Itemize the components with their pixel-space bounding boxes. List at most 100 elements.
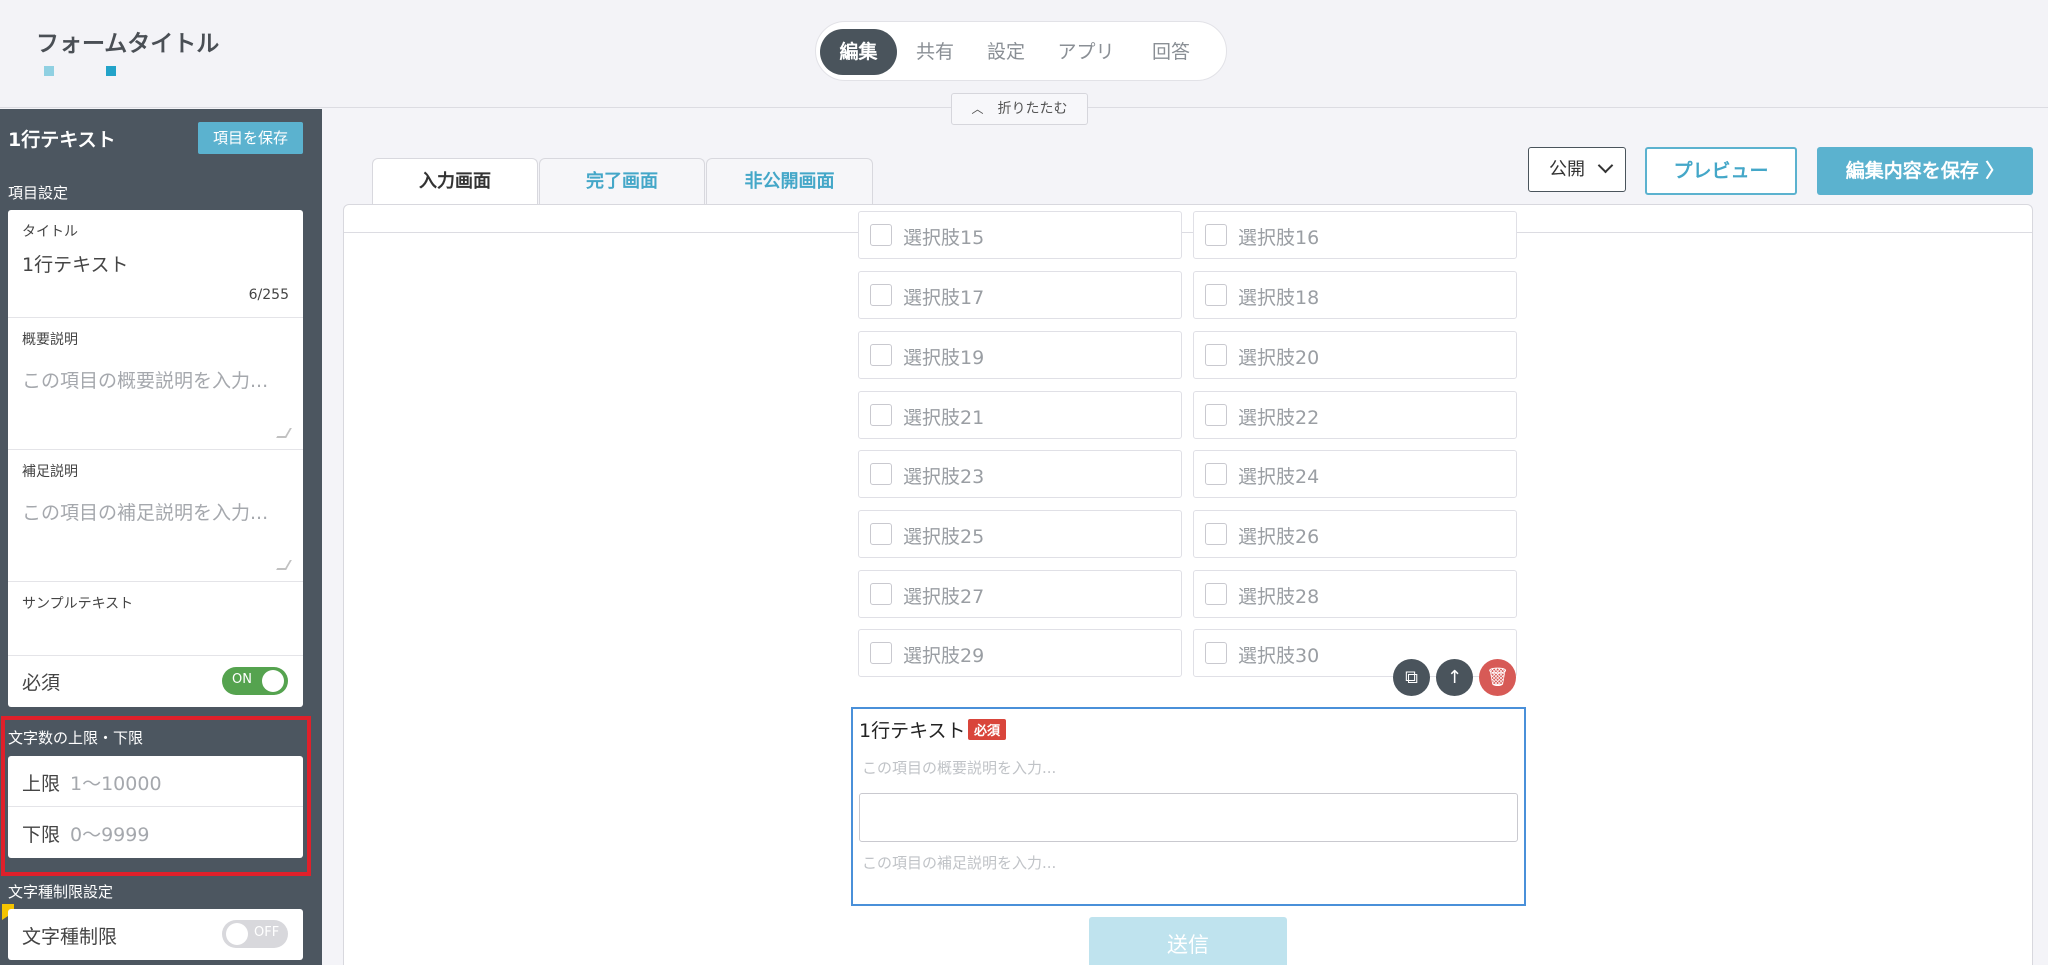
choice-label: 選択肢25 [903, 526, 985, 548]
nav-settings[interactable]: 設定 [976, 29, 1036, 75]
resize-handle-icon[interactable] [276, 428, 292, 438]
collapse-button[interactable]: ︿ 折りたたむ [951, 93, 1088, 125]
mode-nav: 編集 共有 設定 アプリ 回答 [815, 21, 1227, 81]
choice-item[interactable]: 選択肢21 [858, 391, 1182, 439]
title-field-value[interactable]: 1行テキスト [22, 250, 129, 277]
char-type-label: 文字種制限 [22, 926, 118, 948]
checkbox[interactable] [870, 404, 892, 426]
publish-status-select[interactable]: 公開 [1528, 147, 1626, 192]
single-line-input[interactable] [859, 793, 1518, 842]
required-toggle[interactable]: ON [222, 667, 288, 695]
field-title: 1行テキスト [859, 720, 966, 742]
note-field-label: 補足説明 [22, 464, 78, 480]
summary-field-placeholder[interactable]: この項目の概要説明を入力... [22, 366, 268, 393]
checkbox[interactable] [1205, 344, 1227, 366]
choice-label: 選択肢19 [903, 347, 985, 369]
checkbox[interactable] [870, 284, 892, 306]
nav-apps[interactable]: アプリ [1048, 29, 1124, 75]
item-settings-card: タイトル 1行テキスト 6/255 概要説明 この項目の概要説明を入力... 補… [8, 210, 303, 707]
preview-button[interactable]: プレビュー [1645, 147, 1797, 195]
checkbox[interactable] [1205, 224, 1227, 246]
item-settings-heading: 項目設定 [8, 184, 69, 202]
choice-label: 選択肢20 [1238, 347, 1320, 369]
title-field[interactable]: タイトル 1行テキスト 6/255 [8, 210, 303, 318]
trash-icon[interactable]: 🗑 [1479, 659, 1516, 696]
tab-input-screen[interactable]: 入力画面 [372, 158, 538, 206]
choice-item[interactable]: 選択肢26 [1193, 510, 1517, 558]
arrow-up-icon[interactable]: ↑ [1436, 659, 1473, 696]
checkbox[interactable] [870, 583, 892, 605]
choice-label: 選択肢28 [1238, 586, 1320, 608]
choice-item[interactable]: 選択肢20 [1193, 331, 1517, 379]
checkbox[interactable] [1205, 284, 1227, 306]
nav-edit[interactable]: 編集 [820, 29, 897, 75]
choice-label: 選択肢30 [1238, 645, 1320, 667]
tab-complete-screen[interactable]: 完了画面 [539, 158, 705, 204]
choice-item[interactable]: 選択肢17 [858, 271, 1182, 319]
submit-button[interactable]: 送信 [1089, 917, 1287, 965]
choice-item[interactable]: 選択肢29 [858, 629, 1182, 677]
required-row: 必須 ON [8, 656, 303, 707]
nav-share[interactable]: 共有 [905, 29, 965, 75]
choice-item[interactable]: 選択肢18 [1193, 271, 1517, 319]
choice-item[interactable]: 選択肢19 [858, 331, 1182, 379]
chevron-up-icon: ︿ [971, 102, 984, 116]
item-settings-sidebar: 1行テキスト 項目を保存 項目設定 タイトル 1行テキスト 6/255 概要説明… [0, 109, 322, 965]
collapse-label: 折りたたむ [997, 101, 1068, 117]
required-toggle-label: ON [232, 672, 252, 687]
char-type-toggle[interactable]: OFF [222, 920, 288, 948]
choice-label: 選択肢26 [1238, 526, 1320, 548]
summary-field[interactable]: 概要説明 この項目の概要説明を入力... [8, 318, 303, 450]
checkbox[interactable] [1205, 642, 1227, 664]
choice-label: 選択肢21 [903, 407, 985, 429]
publish-status-value: 公開 [1549, 159, 1585, 180]
choice-label: 選択肢18 [1238, 287, 1320, 309]
checkbox[interactable] [1205, 583, 1227, 605]
choice-item[interactable]: 選択肢23 [858, 450, 1182, 498]
choice-label: 選択肢23 [903, 466, 985, 488]
choice-label: 選択肢17 [903, 287, 985, 309]
choice-item[interactable]: 選択肢25 [858, 510, 1182, 558]
field-note-placeholder: この項目の補足説明を入力... [862, 854, 1057, 872]
form-canvas: 選択肢15 選択肢16 選択肢17 選択肢18 選択肢19 選択肢20 選択肢2… [343, 204, 2033, 965]
canvas-divider [344, 232, 2032, 233]
choice-label: 選択肢27 [903, 586, 985, 608]
char-type-toggle-label: OFF [254, 925, 280, 940]
checkbox[interactable] [870, 344, 892, 366]
checkbox[interactable] [870, 523, 892, 545]
title-char-counter: 6/255 [248, 287, 289, 303]
save-edits-button[interactable]: 編集内容を保存 〉 [1817, 147, 2033, 195]
toggle-knob [262, 670, 284, 692]
checkbox[interactable] [1205, 404, 1227, 426]
save-item-button[interactable]: 項目を保存 [198, 122, 303, 154]
choice-label: 選択肢29 [903, 645, 985, 667]
sample-text-field[interactable]: サンプルテキスト [8, 582, 303, 656]
checkbox[interactable] [870, 463, 892, 485]
note-field-placeholder[interactable]: この項目の補足説明を入力... [22, 498, 268, 525]
sample-field-label: サンプルテキスト [22, 596, 134, 612]
char-type-card: 文字種制限 OFF [8, 909, 303, 960]
checkbox[interactable] [870, 642, 892, 664]
choice-item[interactable]: 選択肢16 [1193, 211, 1517, 259]
checkbox[interactable] [1205, 463, 1227, 485]
resize-handle-icon[interactable] [276, 560, 292, 570]
selected-single-line-field[interactable]: 1行テキスト 必須 この項目の概要説明を入力... この項目の補足説明を入力..… [851, 707, 1526, 906]
checkbox[interactable] [870, 224, 892, 246]
choice-item[interactable]: 選択肢22 [1193, 391, 1517, 439]
choice-item[interactable]: 選択肢27 [858, 570, 1182, 618]
title-field-label: タイトル [22, 224, 78, 240]
char-type-heading: 文字種制限設定 [8, 883, 114, 901]
choice-label: 選択肢22 [1238, 407, 1320, 429]
nav-responses[interactable]: 回答 [1141, 29, 1201, 75]
note-field[interactable]: 補足説明 この項目の補足説明を入力... [8, 450, 303, 582]
checkbox[interactable] [1205, 523, 1227, 545]
tab-private-screen[interactable]: 非公開画面 [706, 158, 873, 204]
choice-item[interactable]: 選択肢15 [858, 211, 1182, 259]
required-label: 必須 [22, 672, 61, 694]
highlight-box [1, 716, 311, 876]
choice-item[interactable]: 選択肢24 [1193, 450, 1517, 498]
copy-icon[interactable]: ⧉ [1393, 659, 1430, 696]
summary-field-label: 概要説明 [22, 332, 78, 348]
form-title[interactable]: フォームタイトル [36, 24, 219, 58]
choice-item[interactable]: 選択肢28 [1193, 570, 1517, 618]
